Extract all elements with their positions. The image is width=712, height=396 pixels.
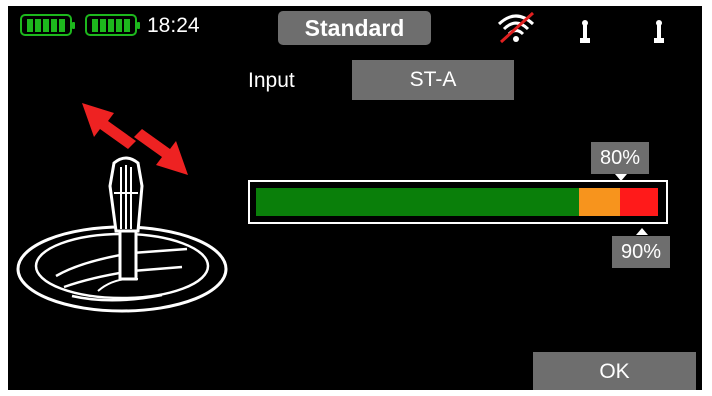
antenna-icon [580, 20, 590, 43]
trim-limit-range [620, 188, 658, 216]
input-label: Input [248, 69, 295, 92]
clock: 18:24 [147, 14, 200, 37]
trim-bar [248, 180, 668, 224]
transmitter-screen: 18:24 Standard Input ST-A 80% 90% OK [8, 6, 702, 390]
ok-button[interactable]: OK [533, 352, 696, 390]
trim-warning-range [579, 188, 620, 216]
no-signal-icon [497, 11, 535, 44]
lower-limit-label: 90% [612, 236, 670, 268]
input-select-button[interactable]: ST-A [352, 60, 514, 100]
trim-normal-range [256, 188, 579, 216]
antenna-icon [654, 20, 664, 43]
lower-limit-marker [636, 228, 648, 235]
upper-limit-label: 80% [591, 142, 649, 174]
receiver-battery-icon [85, 14, 140, 36]
transmitter-battery-icon [20, 14, 75, 36]
mode-button[interactable]: Standard [278, 11, 431, 45]
steering-stick-icon [16, 103, 228, 313]
